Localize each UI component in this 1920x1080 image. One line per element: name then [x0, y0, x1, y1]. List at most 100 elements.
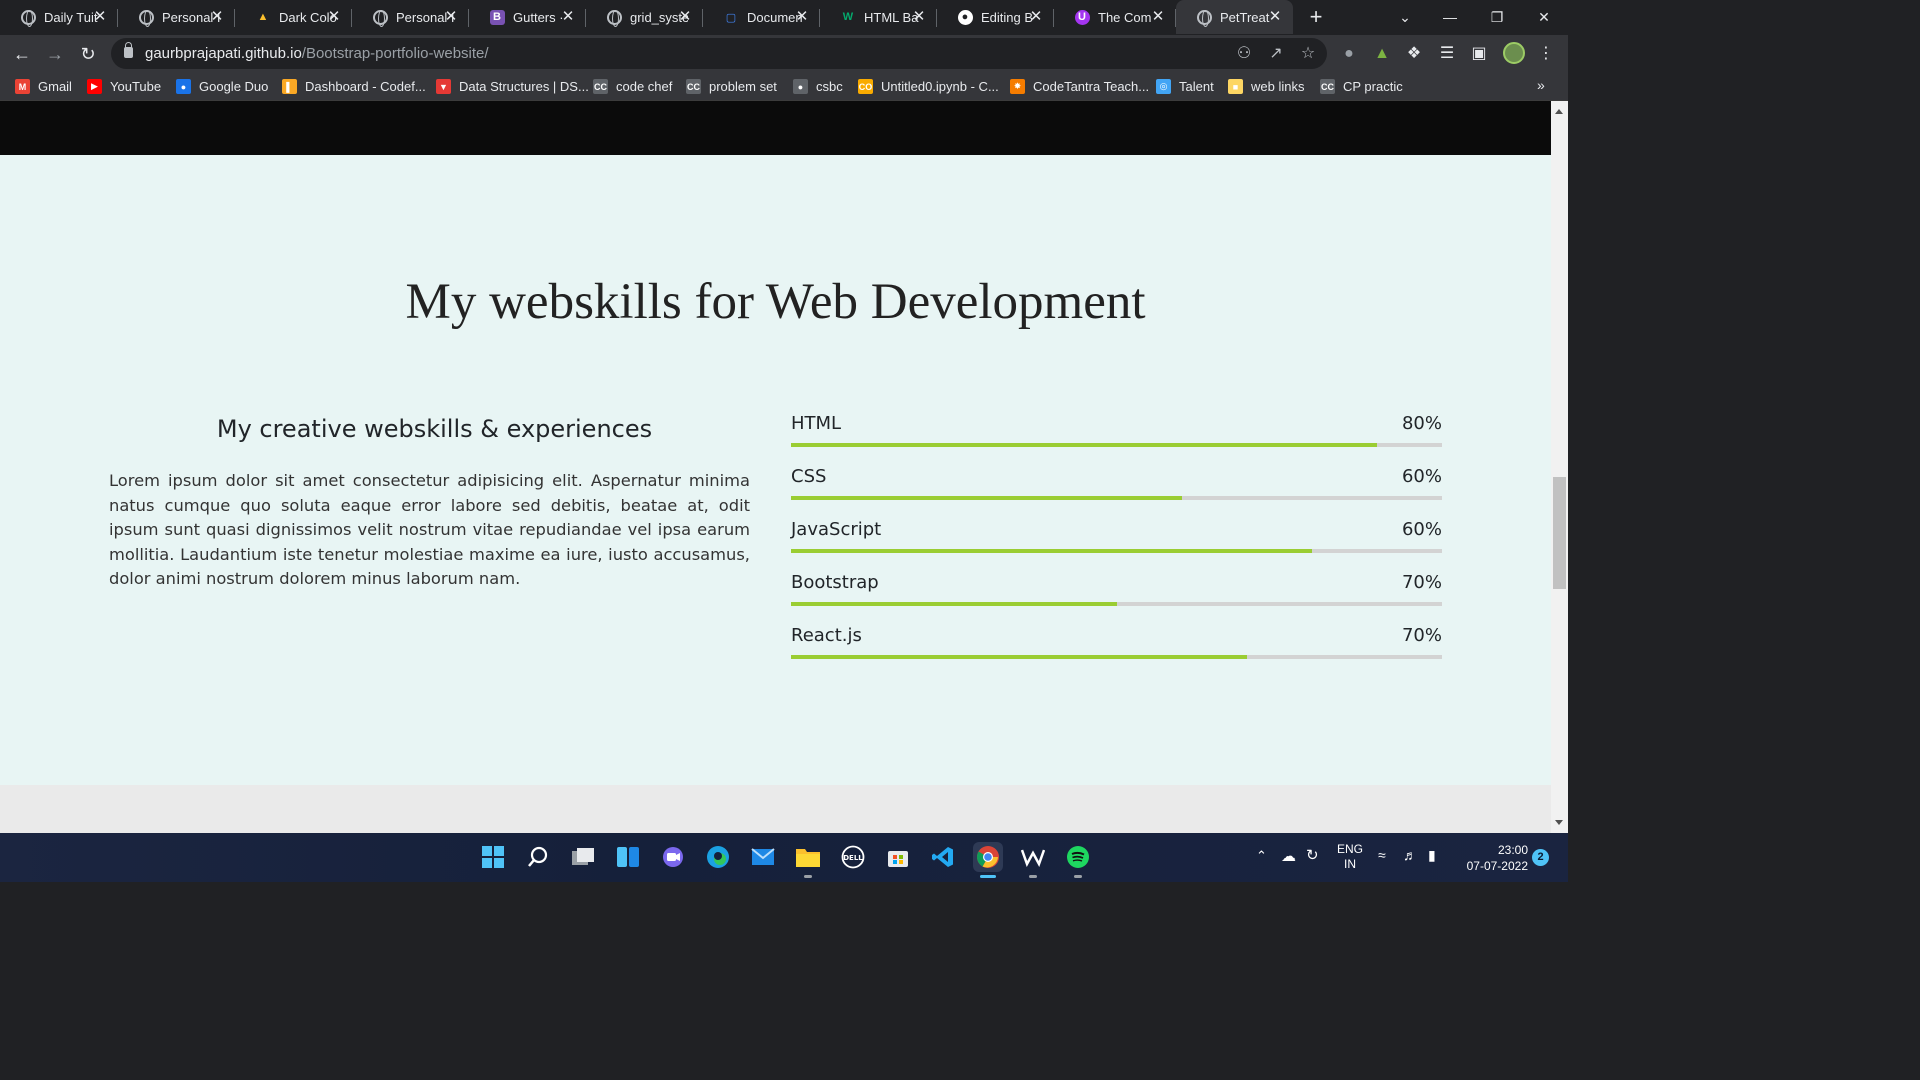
spotify-icon[interactable] — [1063, 842, 1093, 878]
file-explorer-icon[interactable] — [793, 842, 823, 878]
bookmark-item[interactable]: ✸ CodeTantra Teach... — [1010, 78, 1149, 95]
chrome-icon[interactable] — [973, 842, 1003, 878]
teams-chat-icon[interactable] — [658, 842, 688, 872]
skill-percent: 80% — [1401, 413, 1442, 434]
minimize-button[interactable]: — — [1430, 4, 1470, 30]
sync-icon[interactable]: ↻ — [1306, 846, 1319, 864]
edge-icon[interactable] — [703, 842, 733, 872]
start-windows-icon[interactable] — [478, 842, 508, 872]
close-icon[interactable]: ✕ — [911, 9, 927, 25]
reload-button[interactable]: ↻ — [75, 41, 101, 67]
progress-fill — [791, 549, 1312, 553]
bookmark-star-icon[interactable]: ☆ — [1298, 44, 1318, 64]
forward-button[interactable]: → — [42, 41, 68, 67]
translate-icon[interactable]: ⚇ — [1234, 44, 1254, 64]
media-queue-icon[interactable]: ☰ — [1436, 43, 1458, 65]
battery-icon[interactable]: ▮ — [1428, 847, 1436, 864]
back-button[interactable]: ← — [9, 41, 35, 67]
lock-icon[interactable] — [124, 42, 133, 58]
close-icon[interactable]: ✕ — [677, 9, 693, 25]
browser-tab[interactable]: ● Editing B ✕ — [937, 0, 1054, 34]
browser-tab[interactable]: ▢ Documen ✕ — [703, 0, 820, 34]
github-icon: ● — [957, 9, 973, 25]
task-view-icon[interactable] — [568, 842, 598, 872]
share-icon[interactable]: ↗ — [1266, 44, 1286, 64]
active-indicator — [980, 875, 996, 878]
bookmark-label: Untitled0.ipynb - C... — [881, 79, 999, 94]
clock[interactable]: 23:00 07-07-2022 — [1458, 842, 1528, 874]
codechef-icon: CC — [686, 79, 701, 94]
close-icon[interactable]: ✕ — [443, 9, 459, 25]
close-icon[interactable]: ✕ — [209, 9, 225, 25]
skill-row: HTML 80% — [791, 413, 1442, 453]
bookmark-item[interactable]: ▶ YouTube — [87, 78, 161, 95]
wakatime-icon[interactable] — [1018, 842, 1048, 878]
address-bar[interactable]: gaurbprajapati.github.io/Bootstrap-portf… — [111, 38, 1327, 69]
language-text: ENG — [1336, 842, 1363, 856]
close-icon[interactable]: ✕ — [560, 9, 576, 25]
notification-badge[interactable]: 2 — [1532, 849, 1549, 866]
browser-tab[interactable]: B Gutters · ✕ — [469, 0, 586, 34]
close-window-button[interactable]: ✕ — [1524, 4, 1564, 30]
browser-tab[interactable]: Daily Tuit ✕ — [0, 0, 118, 34]
close-icon[interactable]: ✕ — [1150, 9, 1166, 25]
extensions-puzzle-icon[interactable]: ❖ — [1403, 43, 1425, 65]
browser-tab[interactable]: PetTreat ✕ — [1176, 0, 1293, 34]
bookmark-item[interactable]: ▼ Data Structures | DS... — [436, 78, 589, 95]
browser-tab[interactable]: Personal I ✕ — [118, 0, 235, 34]
close-icon[interactable]: ✕ — [794, 9, 810, 25]
search-icon[interactable] — [523, 842, 553, 872]
volume-icon[interactable]: ♬ — [1403, 847, 1417, 863]
more-bookmarks-button[interactable]: » — [1537, 77, 1545, 93]
scroll-down-arrow-icon[interactable] — [1555, 820, 1563, 825]
onedrive-cloud-icon[interactable]: ☁ — [1281, 847, 1296, 865]
bookmark-item[interactable]: ■ web links — [1228, 78, 1304, 95]
bookmark-item[interactable]: M Gmail — [15, 78, 72, 95]
close-icon[interactable]: ✕ — [1267, 9, 1283, 25]
mail-icon[interactable] — [748, 842, 778, 872]
close-icon[interactable]: ✕ — [92, 9, 108, 25]
extension-icon[interactable]: ● — [1338, 43, 1360, 65]
bookmark-item[interactable]: ▌ Dashboard - Codef... — [282, 78, 426, 95]
tab-favicon: U — [1074, 9, 1090, 25]
bookmark-item[interactable]: CC CP practic — [1320, 78, 1403, 95]
bookmark-item[interactable]: ● Google Duo — [176, 78, 268, 95]
colab-icon: CO — [858, 79, 873, 94]
browser-tab[interactable]: W HTML Ba ✕ — [820, 0, 937, 34]
bookmark-item[interactable]: ◎ Talent — [1156, 78, 1214, 95]
bookmark-item[interactable]: CO Untitled0.ipynb - C... — [858, 78, 999, 95]
close-icon[interactable]: ✕ — [326, 9, 342, 25]
bookmark-label: YouTube — [110, 79, 162, 94]
tray-chevron-up-icon[interactable]: ⌃ — [1256, 848, 1267, 864]
bookmark-item[interactable]: ● csbc — [793, 78, 843, 95]
browser-tab[interactable]: grid_syste ✕ — [586, 0, 703, 34]
new-tab-button[interactable]: + — [1304, 5, 1328, 29]
globe-icon — [606, 9, 622, 27]
browser-tab[interactable]: Personal I ✕ — [352, 0, 469, 34]
browser-tab[interactable]: U The Com ✕ — [1054, 0, 1176, 34]
progress-track — [791, 549, 1442, 553]
duo-icon: ● — [176, 79, 191, 94]
bookmark-label: csbc — [816, 79, 843, 94]
vscode-icon[interactable] — [928, 842, 958, 872]
dell-icon[interactable]: DELL — [838, 842, 868, 872]
wifi-icon[interactable]: ≈ — [1378, 847, 1386, 863]
skill-percent: 60% — [1401, 466, 1442, 487]
language-indicator[interactable]: ENG IN — [1335, 842, 1365, 872]
restore-button[interactable]: ❐ — [1477, 4, 1517, 30]
close-icon[interactable]: ✕ — [1028, 9, 1044, 25]
store-icon[interactable] — [883, 842, 913, 872]
menu-kebab-icon[interactable]: ⋮ — [1535, 43, 1557, 65]
page-scrollbar[interactable] — [1551, 101, 1568, 833]
bookmark-item[interactable]: CC code chef — [593, 78, 672, 95]
scroll-thumb[interactable] — [1553, 477, 1566, 589]
widgets-icon[interactable] — [613, 842, 643, 872]
url-text[interactable]: gaurbprajapati.github.io/Bootstrap-portf… — [145, 45, 489, 62]
side-panel-icon[interactable]: ▣ — [1468, 43, 1490, 65]
tab-search-chevron-icon[interactable]: ⌄ — [1385, 4, 1425, 30]
bookmark-item[interactable]: CC problem set — [686, 78, 777, 95]
extension-tree-icon[interactable]: ▲ — [1371, 43, 1393, 65]
browser-tab[interactable]: ▲ Dark Colo ✕ — [235, 0, 352, 34]
profile-avatar[interactable] — [1503, 42, 1525, 64]
scroll-up-arrow-icon[interactable] — [1555, 109, 1563, 114]
